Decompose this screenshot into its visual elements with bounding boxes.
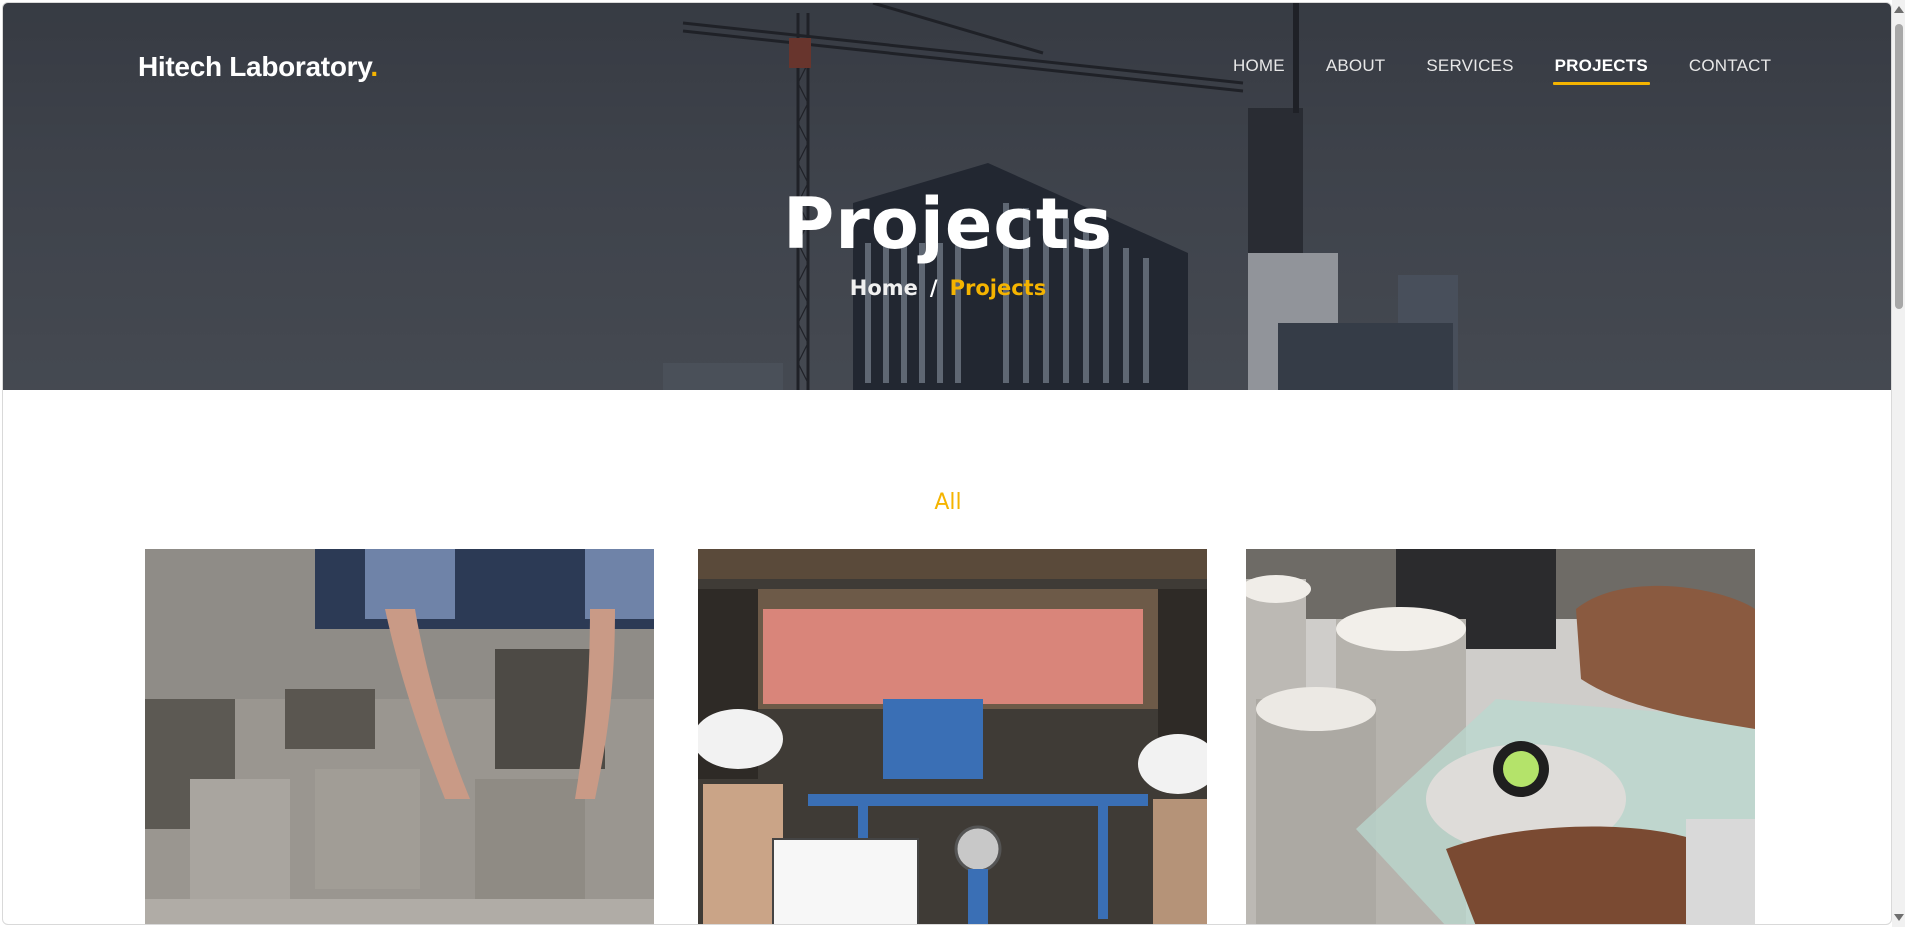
truck-field-test-image <box>698 549 1207 924</box>
scroll-down-arrow-icon[interactable] <box>1894 914 1904 921</box>
nav-about[interactable]: ABOUT <box>1326 56 1386 84</box>
page: Hitech Laboratory. HOME ABOUT SERVICES P… <box>0 0 1905 927</box>
page-scrollbar[interactable] <box>1892 0 1905 927</box>
browser-viewport: Hitech Laboratory. HOME ABOUT SERVICES P… <box>2 2 1892 925</box>
brand-name: Hitech Laboratory <box>138 51 371 82</box>
cylinder-test-image <box>1246 549 1755 924</box>
breadcrumb: Home / Projects <box>3 276 1891 300</box>
project-card[interactable] <box>1246 549 1755 924</box>
hero-banner: Hitech Laboratory. HOME ABOUT SERVICES P… <box>3 3 1891 390</box>
page-title: Projects <box>782 183 1113 265</box>
project-card[interactable] <box>145 549 654 924</box>
nav-projects[interactable]: PROJECTS <box>1552 56 1651 85</box>
main-nav: HOME ABOUT SERVICES PROJECTS CONTACT <box>1233 56 1812 85</box>
nav-services[interactable]: SERVICES <box>1426 56 1513 84</box>
brand-dot: . <box>370 51 378 82</box>
nav-home[interactable]: HOME <box>1233 56 1285 84</box>
nav-contact[interactable]: CONTACT <box>1689 56 1771 84</box>
filter-all[interactable]: All <box>3 490 1891 515</box>
breadcrumb-current: Projects <box>949 276 1047 300</box>
concrete-blocks-image <box>145 549 654 924</box>
scroll-up-arrow-icon[interactable] <box>1894 6 1904 13</box>
project-card[interactable] <box>698 549 1207 924</box>
scroll-thumb[interactable] <box>1895 24 1903 309</box>
brand-logo[interactable]: Hitech Laboratory. <box>138 51 378 83</box>
breadcrumb-home-link[interactable]: Home <box>850 276 918 300</box>
breadcrumb-separator: / <box>929 276 938 300</box>
